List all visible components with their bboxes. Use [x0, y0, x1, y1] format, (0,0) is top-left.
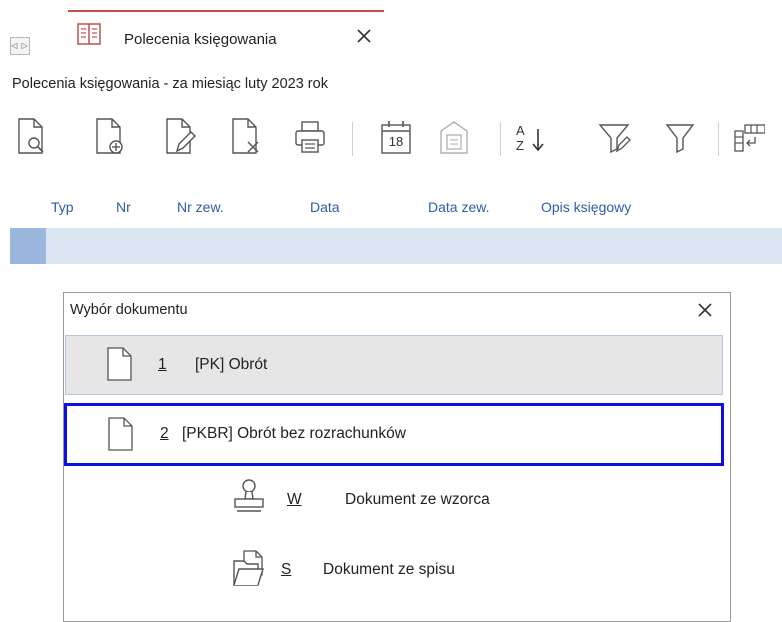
column-header-data[interactable]: Data: [310, 199, 340, 215]
document-icon: [106, 346, 134, 387]
option-pkbr-obrot-bez-rozrachunkow[interactable]: 2 [PKBR] Obrót bez rozrachunków: [64, 403, 724, 466]
folder-documents-icon: [232, 549, 266, 592]
tab-bar: ◁ ▷ Polecenia księgowania: [0, 0, 782, 68]
filter-icon: [663, 117, 697, 157]
option-label: Dokument ze spisu: [323, 561, 455, 578]
book-icon: [77, 23, 101, 45]
option-hotkey: S: [281, 561, 292, 578]
archive-button[interactable]: [434, 112, 474, 162]
tab-title: Polecenia księgowania: [124, 31, 277, 48]
option-dokument-ze-spisu[interactable]: S Dokument ze spisu: [224, 547, 544, 597]
document-add-icon: [93, 117, 127, 157]
option-hotkey: 2: [160, 425, 169, 442]
tab-polecenia-ksiegowania[interactable]: Polecenia księgowania: [68, 10, 384, 68]
tab-scroll-arrows[interactable]: ◁ ▷: [10, 37, 30, 55]
toolbar-separator: [352, 122, 353, 156]
option-label: [PK] Obrót: [195, 356, 268, 373]
print-button[interactable]: [290, 112, 330, 162]
close-icon[interactable]: [694, 299, 716, 321]
calendar-day: 18: [388, 134, 404, 149]
option-label: [PKBR] Obrót bez rozrachunków: [182, 425, 406, 442]
option-dokument-ze-wzorca[interactable]: W Dokument ze wzorca: [224, 473, 544, 523]
toolbar-separator: [718, 122, 719, 156]
dialog-title: Wybór dokumentu: [70, 302, 188, 318]
delete-document-button[interactable]: [226, 112, 266, 162]
columns-button[interactable]: [728, 112, 768, 162]
filter-edit-button[interactable]: [594, 112, 634, 162]
row-selector[interactable]: [10, 228, 46, 264]
calendar-button[interactable]: 18: [376, 112, 416, 162]
filter-button[interactable]: [660, 112, 700, 162]
option-hotkey: 1: [158, 356, 167, 373]
column-header-data-zew[interactable]: Data zew.: [428, 199, 489, 215]
document-icon: [107, 416, 135, 457]
preview-document-button[interactable]: [12, 112, 52, 162]
add-document-button[interactable]: [90, 112, 130, 162]
option-pk-obrot[interactable]: 1 [PK] Obrót: [65, 335, 723, 395]
columns-icon: [731, 117, 765, 157]
printer-icon: [293, 117, 327, 157]
option-hotkey: W: [287, 491, 302, 508]
close-icon[interactable]: [354, 26, 374, 46]
column-header-nr[interactable]: Nr: [116, 199, 131, 215]
column-header-opis[interactable]: Opis księgowy: [541, 199, 631, 215]
document-edit-icon: [163, 117, 197, 157]
window-subtitle: Polecenia księgowania - za miesiąc luty …: [12, 76, 328, 92]
option-label: Dokument ze wzorca: [345, 491, 490, 508]
document-preview-icon: [15, 117, 49, 157]
stamp-icon: [232, 477, 266, 520]
sort-az-icon: A Z: [512, 117, 552, 157]
calendar-icon: 18: [379, 117, 413, 157]
archive-icon: [437, 117, 471, 157]
table-row[interactable]: [10, 228, 782, 264]
column-header-typ[interactable]: Typ: [51, 199, 74, 215]
filter-edit-icon: [597, 117, 631, 157]
column-header-nr-zew[interactable]: Nr zew.: [177, 199, 224, 215]
sort-button[interactable]: A Z: [512, 112, 552, 162]
edit-document-button[interactable]: [160, 112, 200, 162]
toolbar-separator: [500, 122, 501, 156]
document-choice-dialog: Wybór dokumentu 1 [PK] Obrót 2 [PKBR] Ob…: [63, 292, 731, 622]
toolbar: 18 A Z: [0, 112, 782, 168]
document-delete-icon: [229, 117, 263, 157]
